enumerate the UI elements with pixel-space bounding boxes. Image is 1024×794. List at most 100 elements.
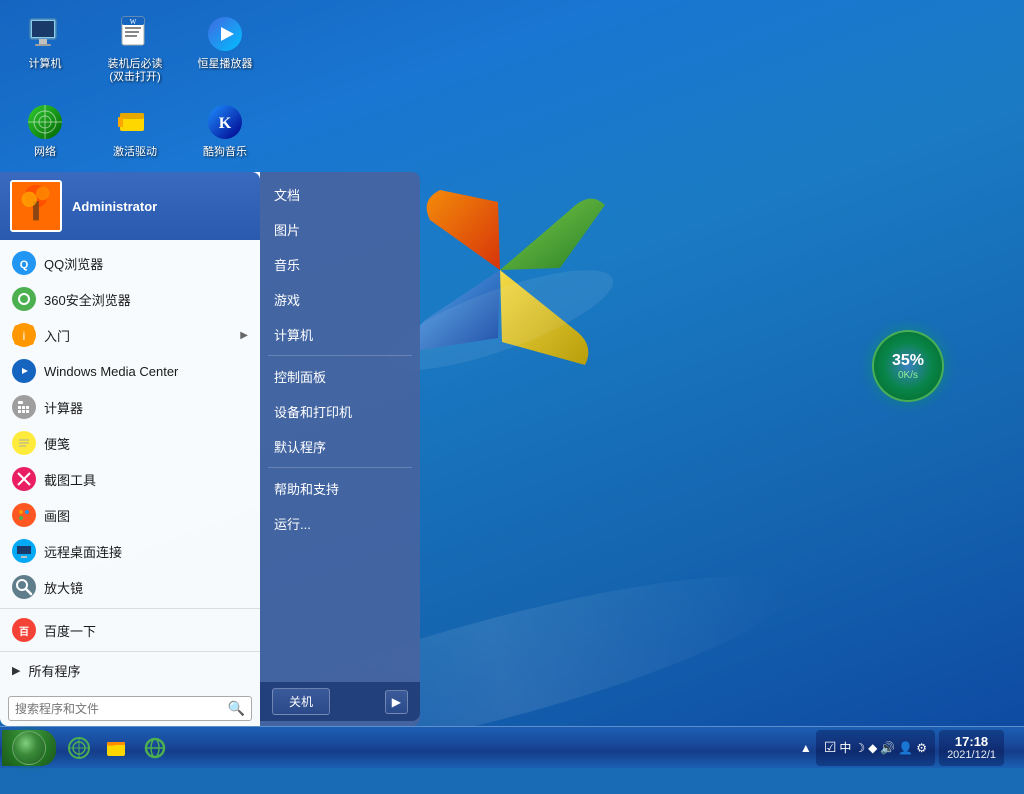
control-panel-label: 控制面板 bbox=[274, 367, 326, 386]
right-divider-1 bbox=[268, 355, 412, 356]
help-label: 帮助和支持 bbox=[274, 479, 339, 498]
user-name-label: Administrator bbox=[72, 199, 157, 214]
tray-signal-icon[interactable]: ◆ bbox=[868, 741, 877, 755]
games-label: 游戏 bbox=[274, 290, 300, 309]
menu-item-all-programs[interactable]: ▶ 所有程序 bbox=[0, 655, 260, 686]
all-programs-label: 所有程序 bbox=[28, 661, 80, 680]
menu-item-baidu[interactable]: 百 百度一下 bbox=[0, 612, 260, 648]
magnifier-icon bbox=[12, 575, 36, 599]
tray-volume-icon[interactable]: 🔊 bbox=[880, 741, 895, 755]
taskbar-icon-explorer[interactable] bbox=[99, 730, 135, 766]
taskbar-icon-network[interactable] bbox=[61, 730, 97, 766]
hengxing-icon-img bbox=[205, 14, 245, 54]
kugou-icon-label: 酷狗音乐 bbox=[203, 146, 247, 159]
menu-item-calculator[interactable]: 计算器 bbox=[0, 389, 260, 425]
menu-item-360-browser[interactable]: 360安全浏览器 bbox=[0, 281, 260, 317]
svg-text:W: W bbox=[130, 18, 137, 26]
menu-item-magnifier[interactable]: 放大镜 bbox=[0, 569, 260, 605]
baidu-icon: 百 bbox=[12, 618, 36, 642]
start-menu-items-list: Q QQ浏览器 360安全浏览器 bbox=[0, 240, 260, 691]
start-menu-search[interactable]: 🔍 bbox=[8, 696, 252, 721]
menu-item-media-center[interactable]: Windows Media Center bbox=[0, 353, 260, 389]
calculator-label: 计算器 bbox=[44, 398, 83, 417]
search-input[interactable] bbox=[15, 702, 223, 716]
taskbar-right: ▲ ☑ 中 ☽ ◆ 🔊 👤 ⚙ 17:18 2021/12/1 bbox=[800, 730, 1024, 766]
paint-label: 画图 bbox=[44, 506, 70, 525]
start-orb bbox=[12, 731, 46, 765]
media-center-label: Windows Media Center bbox=[44, 364, 178, 379]
network-icon-img bbox=[25, 102, 65, 142]
menu-item-intro[interactable]: i 入门 ▶ bbox=[0, 317, 260, 353]
snip-label: 截图工具 bbox=[44, 470, 96, 489]
tray-lang-icon[interactable]: 中 bbox=[839, 739, 851, 756]
svg-text:百: 百 bbox=[19, 626, 29, 638]
right-item-games[interactable]: 游戏 bbox=[260, 282, 420, 317]
activate-icon-label: 激活驱动 bbox=[113, 146, 157, 159]
network-percent: 35% bbox=[892, 352, 924, 370]
shutdown-bar: 关机 ▶ bbox=[260, 682, 420, 721]
tray-network-icon[interactable]: 👤 bbox=[898, 741, 913, 755]
desktop-icon-activate[interactable]: 激活驱动 bbox=[100, 98, 170, 163]
right-item-control-panel[interactable]: 控制面板 bbox=[260, 359, 420, 394]
sticky-label: 便笺 bbox=[44, 434, 70, 453]
menu-item-qq-browser[interactable]: Q QQ浏览器 bbox=[0, 245, 260, 281]
taskbar: ▲ ☑ 中 ☽ ◆ 🔊 👤 ⚙ 17:18 2021/12/1 bbox=[0, 726, 1024, 768]
360-browser-label: 360安全浏览器 bbox=[44, 290, 131, 309]
start-menu-left-panel: Administrator Q QQ浏览器 bbox=[0, 172, 260, 726]
paint-icon bbox=[12, 503, 36, 527]
pictures-label: 图片 bbox=[274, 220, 300, 239]
postinstall-icon-img: W bbox=[115, 14, 155, 54]
desktop-icon-kugou[interactable]: K 酷狗音乐 bbox=[190, 98, 260, 163]
search-button[interactable]: 🔍 bbox=[228, 700, 245, 717]
computer-icon-img bbox=[25, 14, 65, 54]
intro-icon: i bbox=[12, 323, 36, 347]
right-item-run[interactable]: 运行... bbox=[260, 506, 420, 541]
snip-icon bbox=[12, 467, 36, 491]
tray-gear-icon[interactable]: ⚙ bbox=[916, 741, 927, 755]
sticky-icon bbox=[12, 431, 36, 455]
media-center-icon bbox=[12, 359, 36, 383]
network-speed-widget: 35% 0K/s bbox=[872, 330, 944, 402]
default-programs-label: 默认程序 bbox=[274, 437, 326, 456]
menu-item-sticky[interactable]: 便笺 bbox=[0, 425, 260, 461]
activate-icon-img bbox=[115, 102, 155, 142]
intro-arrow: ▶ bbox=[240, 330, 248, 341]
menu-item-snip[interactable]: 截图工具 bbox=[0, 461, 260, 497]
menu-item-rdp[interactable]: 远程桌面连接 bbox=[0, 533, 260, 569]
rdp-icon bbox=[12, 539, 36, 563]
svg-text:i: i bbox=[23, 329, 26, 343]
user-avatar[interactable] bbox=[10, 180, 62, 232]
right-item-computer[interactable]: 计算机 bbox=[260, 317, 420, 352]
right-item-help[interactable]: 帮助和支持 bbox=[260, 471, 420, 506]
right-item-pictures[interactable]: 图片 bbox=[260, 212, 420, 247]
computer-icon-label: 计算机 bbox=[29, 58, 62, 71]
network-speed: 0K/s bbox=[898, 370, 918, 381]
shutdown-button[interactable]: 关机 bbox=[272, 688, 330, 715]
shutdown-arrow-button[interactable]: ▶ bbox=[385, 690, 408, 714]
desktop-icon-network[interactable]: 网络 bbox=[10, 98, 80, 163]
right-item-devices[interactable]: 设备和打印机 bbox=[260, 394, 420, 429]
desktop-icon-computer[interactable]: 计算机 bbox=[10, 10, 80, 88]
right-item-documents[interactable]: 文档 bbox=[260, 177, 420, 212]
network-icon-label: 网络 bbox=[34, 146, 56, 159]
baidu-label: 百度一下 bbox=[44, 621, 96, 640]
all-programs-arrow: ▶ bbox=[12, 664, 20, 677]
tray-check-icon[interactable]: ☑ bbox=[824, 739, 837, 756]
clock-area[interactable]: 17:18 2021/12/1 bbox=[939, 730, 1004, 766]
desktop-icon-hengxing[interactable]: 恒星播放器 bbox=[190, 10, 260, 88]
menu-divider-1 bbox=[0, 608, 260, 609]
icon-row-1: 计算机 W 装机后必读(双击打开) bbox=[10, 10, 260, 88]
tray-moon-icon[interactable]: ☽ bbox=[854, 741, 865, 755]
menu-item-paint[interactable]: 画图 bbox=[0, 497, 260, 533]
360-browser-icon bbox=[12, 287, 36, 311]
right-item-default-programs[interactable]: 默认程序 bbox=[260, 429, 420, 464]
right-item-music[interactable]: 音乐 bbox=[260, 247, 420, 282]
qq-browser-icon: Q bbox=[12, 251, 36, 275]
tray-expand-icon[interactable]: ▲ bbox=[800, 741, 812, 755]
svg-text:Q: Q bbox=[20, 259, 29, 271]
start-button[interactable] bbox=[2, 730, 56, 766]
desktop-icon-postinstall[interactable]: W 装机后必读(双击打开) bbox=[100, 10, 170, 88]
right-computer-label: 计算机 bbox=[274, 325, 313, 344]
devices-label: 设备和打印机 bbox=[274, 402, 352, 421]
taskbar-icon-ie[interactable] bbox=[137, 730, 173, 766]
